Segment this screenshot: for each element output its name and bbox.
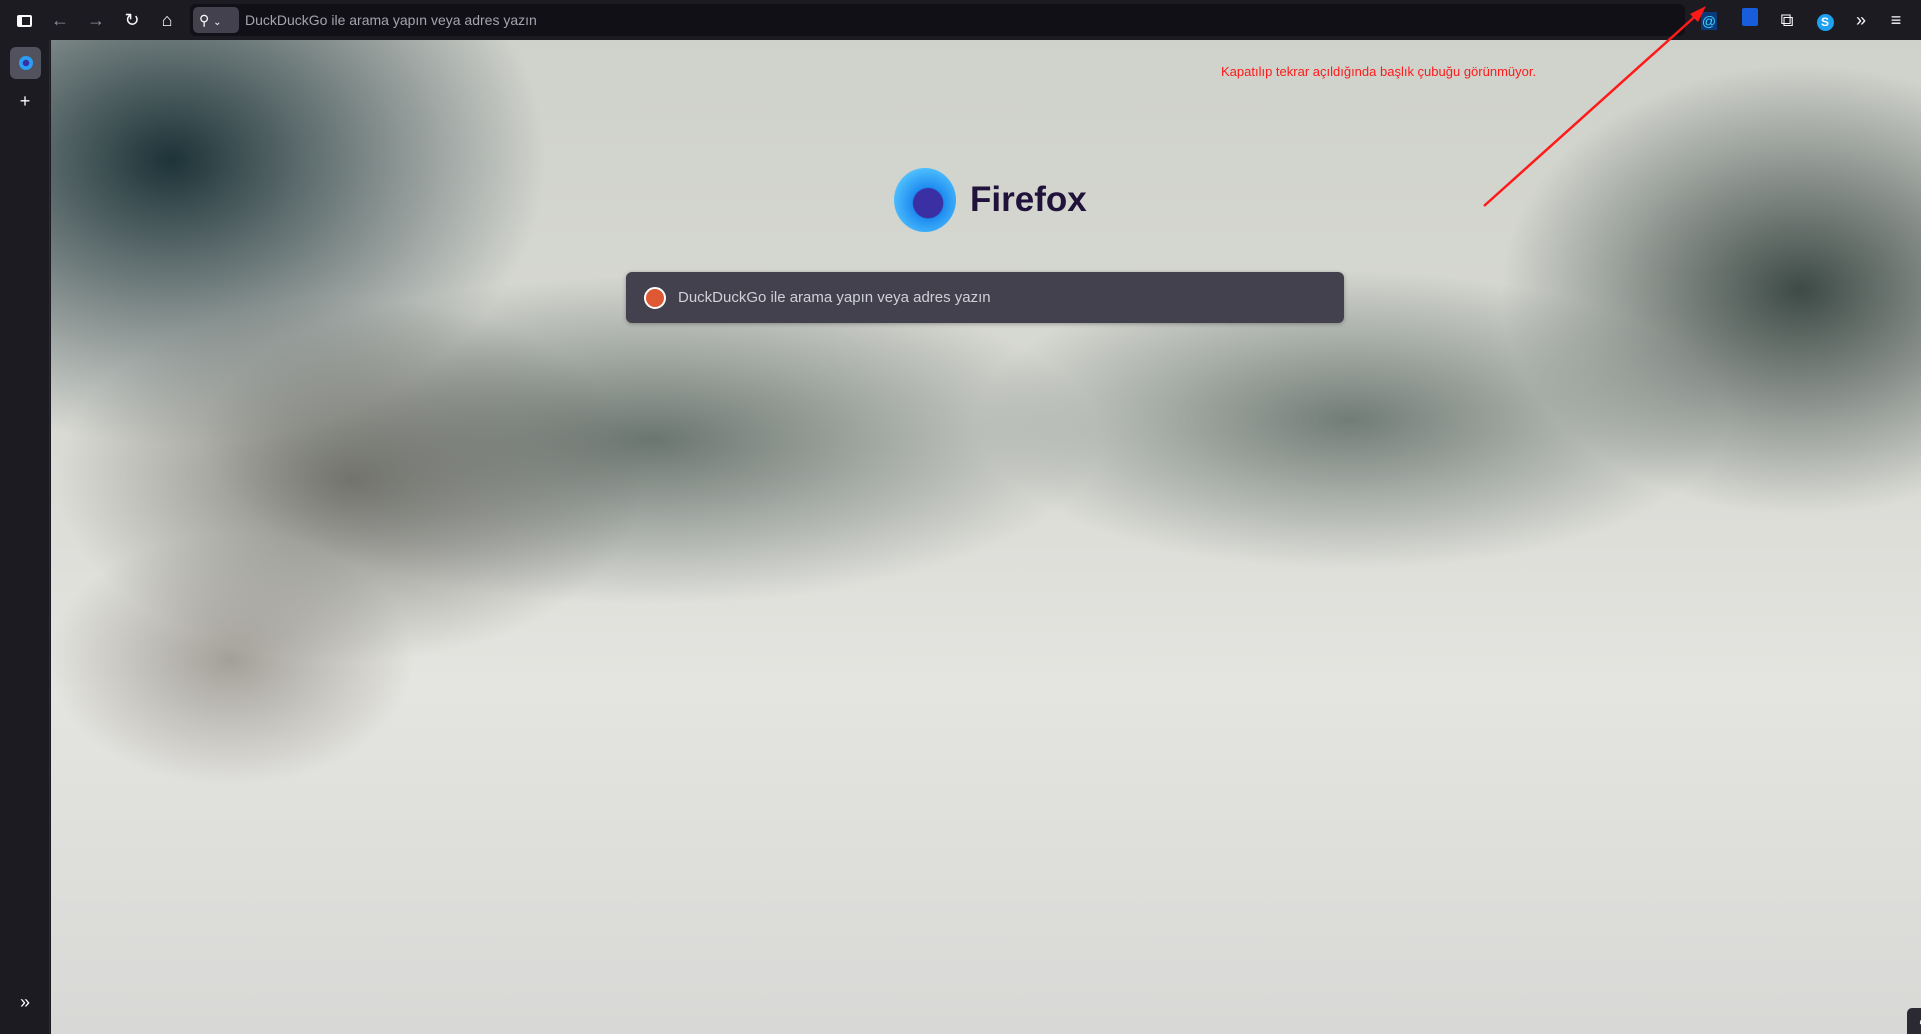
firefox-logo: Firefox — [894, 168, 1087, 232]
sidebar: + » — [0, 40, 50, 1034]
reload-icon[interactable]: ↻ — [120, 8, 144, 32]
logo-text: Firefox — [970, 180, 1087, 219]
search-icon: ⚲ — [199, 12, 210, 28]
new-tab-page: Firefox DuckDuckGo ile arama yapın veya … — [51, 40, 1921, 1034]
url-input[interactable]: DuckDuckGo ile arama yapın veya adres ya… — [245, 12, 537, 28]
firefox-icon — [18, 56, 33, 70]
chevron-down-icon: ⌄ — [213, 17, 222, 28]
newtab-search-box[interactable]: DuckDuckGo ile arama yapın veya adres ya… — [626, 272, 1344, 323]
back-icon[interactable]: ← — [48, 8, 72, 32]
overflow-icon[interactable]: » — [1849, 8, 1873, 32]
menu-icon[interactable]: ≡ — [1884, 8, 1908, 32]
extensions-icon[interactable]: ⧉ — [1775, 8, 1799, 32]
duckduckgo-icon — [644, 287, 666, 309]
expand-sidebar-icon[interactable]: » — [13, 990, 37, 1014]
bitwarden-icon[interactable] — [1738, 8, 1762, 32]
email-relay-icon[interactable]: @ — [1697, 8, 1721, 32]
url-bar[interactable]: ⚲ ⌄ DuckDuckGo ile arama yapın veya adre… — [190, 4, 1685, 36]
sidebar-toggle-icon[interactable] — [12, 8, 36, 32]
forward-icon[interactable]: → — [84, 8, 108, 32]
skype-icon[interactable]: S — [1813, 8, 1837, 32]
search-placeholder: DuckDuckGo ile arama yapın veya adres ya… — [678, 289, 991, 306]
add-icon[interactable]: + — [13, 89, 37, 113]
navigation-toolbar: ← → ↻ ⌂ ⚲ ⌄ DuckDuckGo ile arama yapın v… — [0, 0, 1921, 40]
firefox-logo-icon — [894, 168, 956, 232]
home-icon[interactable]: ⌂ — [155, 8, 179, 32]
search-mode-button[interactable]: ⚲ ⌄ — [193, 7, 239, 33]
customize-button[interactable]: ✎ — [1907, 1008, 1921, 1034]
annotation-text: Kapatılıp tekrar açıldığında başlık çubu… — [1221, 64, 1537, 79]
sidebar-firefox-button[interactable] — [10, 47, 41, 79]
